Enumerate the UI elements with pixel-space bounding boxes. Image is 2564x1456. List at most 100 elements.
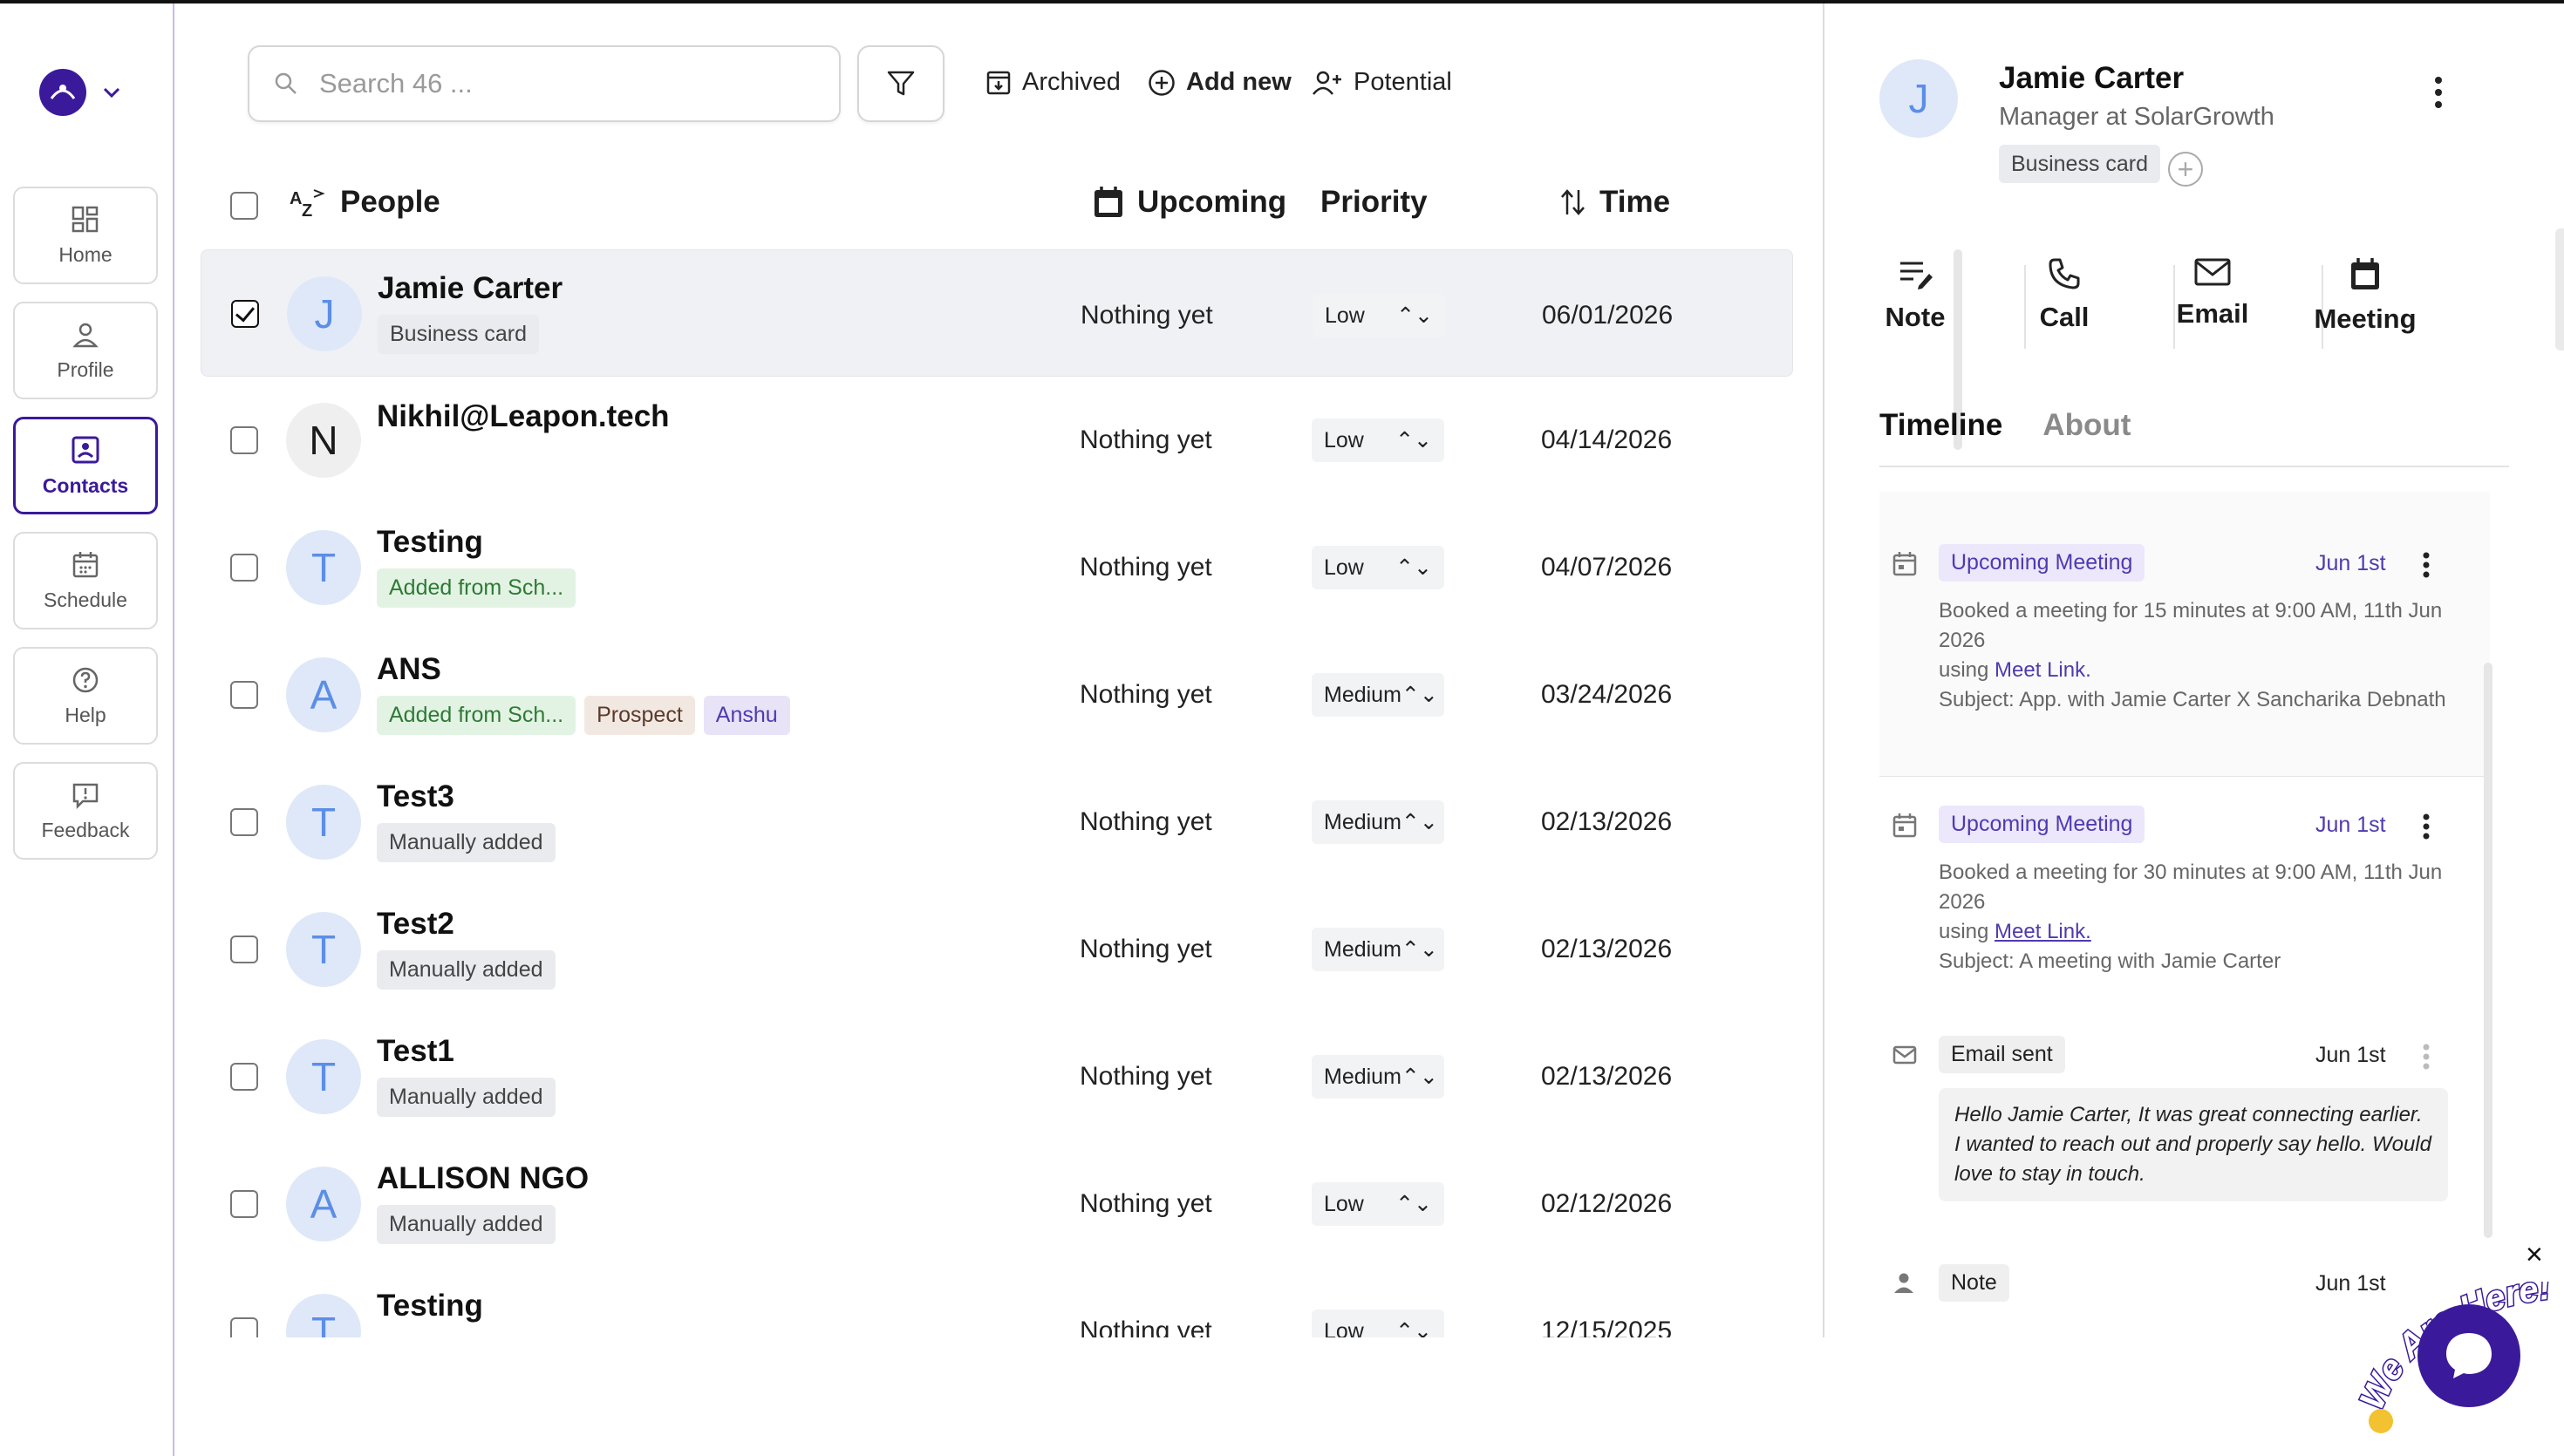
row-checkbox[interactable] (231, 300, 259, 328)
contact-tag[interactable]: Manually added (377, 950, 556, 990)
sidebar-item-home[interactable]: Home (13, 187, 158, 284)
contact-tag[interactable]: Manually added (377, 1205, 556, 1244)
priority-select[interactable]: Medium ⌃⌄ (1312, 928, 1444, 971)
timeline-item[interactable]: Upcoming Meeting Jun 1st Booked a meetin… (1879, 492, 2490, 777)
table-row[interactable]: J Jamie Carter Business card Nothing yet… (201, 249, 1793, 377)
calendar-icon (2351, 258, 2379, 289)
contact-tag[interactable]: Added from Sch... (377, 696, 576, 735)
row-checkbox[interactable] (230, 808, 258, 836)
timeline-body: Booked a meeting for 30 minutes at 9:00 … (1939, 858, 2453, 976)
time-column-header[interactable]: Time (1559, 185, 1670, 220)
table-row[interactable]: A ANS Added from Sch... Prospect Anshu N… (201, 631, 1793, 759)
chevron-down-icon[interactable] (102, 86, 121, 99)
meet-link[interactable]: Meet Link. (1995, 920, 2091, 943)
more-options-icon[interactable] (2422, 813, 2431, 840)
archived-label: Archived (1022, 68, 1121, 96)
priority-select[interactable]: Medium ⌃⌄ (1312, 673, 1444, 717)
contact-name[interactable]: Jamie Carter (378, 271, 563, 306)
table-row[interactable]: T Testing Nothing yet Low ⌃⌄ 12/15/2025 (201, 1268, 1793, 1337)
contact-tag[interactable]: Manually added (377, 823, 556, 862)
time-cell: 02/12/2026 (1541, 1189, 1673, 1218)
contact-name[interactable]: ALLISON NGO (377, 1161, 589, 1196)
table-row[interactable]: N Nikhil@Leapon.tech Nothing yet Low ⌃⌄ 0… (201, 377, 1793, 504)
contact-name[interactable]: Test2 (377, 907, 454, 942)
contact-name[interactable]: Nikhil@Leapon.tech (377, 399, 670, 434)
help-icon (72, 667, 99, 692)
sidebar-item-help[interactable]: Help (13, 647, 158, 745)
row-checkbox[interactable] (230, 936, 258, 963)
contact-tag[interactable]: Anshu (703, 696, 790, 735)
row-checkbox[interactable] (230, 1190, 258, 1218)
priority-select[interactable]: Low ⌃⌄ (1312, 1182, 1444, 1226)
priority-column-header[interactable]: Priority (1320, 185, 1428, 220)
sidebar-item-feedback[interactable]: Feedback (13, 762, 158, 860)
contact-tag[interactable]: Added from Sch... (377, 568, 576, 608)
archived-button[interactable]: Archived (985, 68, 1121, 97)
priority-value: Low (1324, 555, 1364, 580)
select-all-checkbox[interactable] (230, 192, 258, 220)
table-row[interactable]: T Testing Added from Sch... Nothing yet … (201, 504, 1793, 631)
contact-tag[interactable]: Prospect (584, 696, 695, 735)
row-checkbox[interactable] (230, 1317, 258, 1337)
filter-button[interactable] (857, 45, 944, 122)
row-checkbox[interactable] (230, 554, 258, 582)
people-column-header[interactable]: AZ People (290, 185, 440, 220)
chat-launcher-button[interactable] (2417, 1304, 2520, 1407)
potential-label: Potential (1354, 68, 1452, 96)
detail-tag[interactable]: Business card (1999, 145, 2161, 183)
row-checkbox[interactable] (230, 426, 258, 454)
row-checkbox[interactable] (230, 1063, 258, 1091)
sidebar-item-contacts[interactable]: Contacts (13, 417, 158, 514)
calendar-icon (1892, 552, 1917, 576)
priority-select[interactable]: Medium ⌃⌄ (1312, 800, 1444, 844)
timeline-date: Jun 1st (2315, 1043, 2386, 1067)
time-cell: 02/13/2026 (1541, 935, 1673, 963)
search-box[interactable] (248, 45, 841, 122)
timeline-scrollbar[interactable] (2484, 663, 2492, 1238)
timeline-item[interactable]: Upcoming Meeting Jun 1st Booked a meetin… (1879, 806, 2490, 997)
note-action-label: Note (1885, 302, 1946, 332)
more-options-icon[interactable] (2433, 75, 2444, 110)
contact-tag[interactable]: Business card (378, 315, 540, 354)
search-input[interactable] (317, 67, 809, 100)
timeline-text: Subject: A meeting with Jamie Carter (1939, 949, 2281, 973)
contact-tag[interactable]: Manually added (377, 1078, 556, 1117)
contacts-panel: Archived Add new Potential AZ People Upc… (174, 3, 1962, 1337)
contacts-list: J Jamie Carter Business card Nothing yet… (201, 249, 1793, 1337)
priority-select[interactable]: Medium ⌃⌄ (1312, 1055, 1444, 1099)
close-icon[interactable]: × (2526, 1238, 2543, 1272)
avatar: J (287, 276, 362, 351)
more-options-icon[interactable] (2422, 551, 2431, 579)
contact-name[interactable]: Test3 (377, 779, 454, 814)
priority-select[interactable]: Low ⌃⌄ (1312, 1310, 1444, 1337)
table-row[interactable]: A ALLISON NGO Manually added Nothing yet… (201, 1140, 1793, 1268)
tab-about[interactable]: About (2042, 408, 2131, 443)
priority-select[interactable]: Low ⌃⌄ (1312, 418, 1444, 462)
org-switcher[interactable] (39, 69, 121, 116)
table-row[interactable]: T Test2 Manually added Nothing yet Mediu… (201, 886, 1793, 1013)
timeline-type-badge: Upcoming Meeting (1939, 806, 2145, 843)
more-options-icon[interactable] (2422, 1043, 2431, 1071)
row-checkbox[interactable] (230, 681, 258, 709)
sidebar-item-profile[interactable]: Profile (13, 302, 158, 399)
tab-timeline[interactable]: Timeline (1879, 408, 2002, 443)
upcoming-column-header[interactable]: Upcoming (1092, 185, 1286, 220)
meeting-action-button[interactable]: Meeting (2300, 256, 2431, 335)
timeline-item[interactable]: Email sent Jun 1st Hello Jamie Carter, I… (1879, 1036, 2490, 1228)
email-action-button[interactable]: Email (2147, 256, 2278, 330)
table-row[interactable]: T Test1 Manually added Nothing yet Mediu… (201, 1013, 1793, 1140)
meet-link[interactable]: Meet Link. (1995, 658, 2091, 682)
contact-name[interactable]: Testing (377, 525, 483, 560)
call-action-button[interactable]: Call (1999, 256, 2130, 333)
add-tag-icon[interactable]: + (2168, 152, 2203, 187)
priority-select[interactable]: Low ⌃⌄ (1312, 546, 1444, 589)
potential-button[interactable]: Potential (1312, 68, 1452, 97)
add-new-button[interactable]: Add new (1148, 68, 1292, 97)
contact-name[interactable]: ANS (377, 652, 441, 687)
priority-select[interactable]: Low ⌃⌄ (1313, 294, 1445, 337)
sidebar-item-schedule[interactable]: Schedule (13, 532, 158, 629)
note-action-button[interactable]: Note (1850, 256, 1981, 333)
contact-name[interactable]: Testing (377, 1289, 483, 1323)
contact-name[interactable]: Test1 (377, 1034, 454, 1069)
table-row[interactable]: T Test3 Manually added Nothing yet Mediu… (201, 759, 1793, 886)
